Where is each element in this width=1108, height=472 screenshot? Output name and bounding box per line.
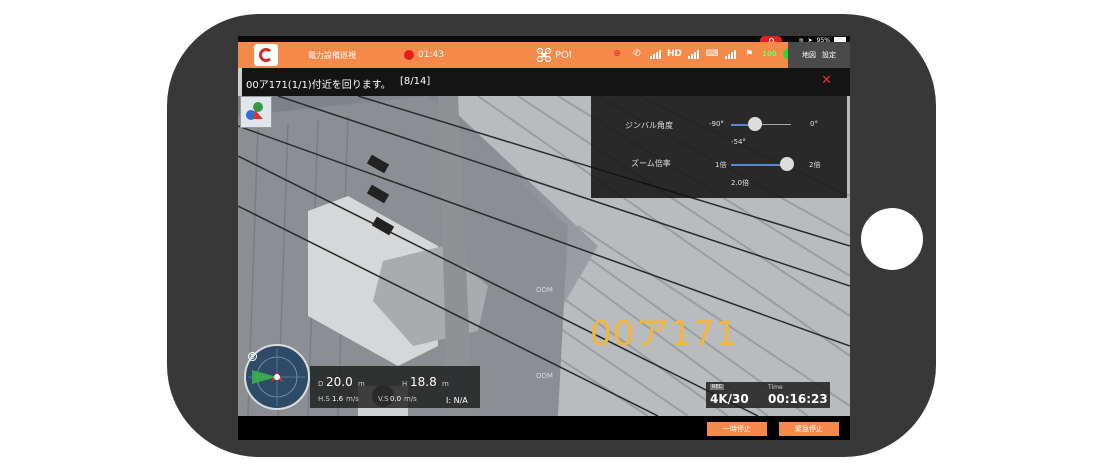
mission-progress: [8/14] [400, 76, 431, 87]
map-button[interactable]: 地図 [802, 50, 816, 60]
mission-message: 00ア171(1/1)付近を回ります。 [246, 80, 391, 91]
drone-icon [536, 47, 552, 63]
rec-tag: REC [710, 384, 725, 390]
height-label: H [402, 380, 408, 388]
distance-unit: m [358, 380, 365, 388]
mission-message-bar: 00ア171(1/1)付近を回ります。 [8/14] ✕ [238, 68, 850, 96]
odm-marker-2: ODM [536, 372, 553, 380]
hspeed-unit: m/s [346, 395, 359, 403]
pause-button[interactable]: 一時停止 [707, 422, 767, 436]
distance-label: D [318, 380, 324, 388]
close-icon[interactable]: ✕ [821, 73, 832, 88]
zoom-value: 2.0倍 [731, 179, 750, 187]
gimbal-angle-value: -54° [731, 138, 746, 146]
zoom-track [731, 164, 787, 166]
satellite-icon: ✆ [633, 49, 641, 59]
ir-label: I: [446, 396, 452, 405]
flight-mode-icon: ⚑ [744, 49, 754, 59]
map-pin-icon [246, 102, 263, 120]
alert-icon: ⊛ [613, 49, 621, 59]
app-title: 電力設備巡視 [308, 51, 356, 60]
hd-label: HD [667, 49, 683, 59]
camera-view[interactable]: ODM ODM 00ア171 ジンバル角度 -90° 0° -54° ズーム倍率… [238, 96, 850, 416]
gimbal-control-panel: ジンバル角度 -90° 0° -54° ズーム倍率 1倍 2倍 2.0倍 [591, 96, 847, 198]
odm-marker-1: ODM [536, 286, 553, 294]
settings-button[interactable]: 設定 [822, 50, 836, 60]
bottom-bar: 一時停止 緊急停止 [238, 416, 850, 440]
zoom-label: ズーム倍率 [631, 159, 671, 168]
top-right-menu: 地図 設定 [788, 42, 850, 68]
flight-time: 01:43 [418, 50, 444, 60]
distance-value: 20.0 [326, 375, 353, 389]
vspeed-value: 0.0 [390, 395, 402, 403]
gps-signal-icon [650, 49, 661, 59]
gimbal-angle-slider[interactable] [748, 117, 762, 131]
zoom-max: 2倍 [809, 161, 821, 169]
rc-signal-icon [725, 49, 737, 59]
app-screen: ≋ ➤ 95% 電力設備巡視 01:43 POI ⊛ ✆ HD ⌨ ⚑ 100 … [238, 36, 850, 440]
top-bar: 電力設備巡視 01:43 POI ⊛ ✆ HD ⌨ ⚑ 100 地図 設定 [238, 42, 850, 68]
company-logo-icon[interactable] [254, 44, 278, 66]
ir-value: N/A [453, 396, 468, 405]
poi-label: POI [555, 49, 572, 61]
recording-info: REC 4K/30 Time 00:16:23 [706, 382, 830, 408]
emergency-stop-button[interactable]: 緊急停止 [779, 422, 839, 436]
hd-signal-icon [688, 49, 700, 59]
gimbal-angle-min: -90° [709, 120, 724, 128]
aircraft-status-icons: ⊛ ✆ HD ⌨ ⚑ 100 [610, 47, 795, 61]
zoom-min: 1倍 [715, 161, 727, 169]
height-value: 18.8 [410, 375, 437, 389]
record-time-label: Time [768, 384, 783, 391]
vspeed-label: V.S [378, 395, 389, 403]
target-pole-id: 00ア171 [590, 314, 739, 354]
hspeed-label: H.S [318, 395, 330, 403]
vspeed-unit: m/s [404, 395, 417, 403]
video-resolution: 4K/30 [710, 392, 749, 406]
record-time-value: 00:16:23 [768, 392, 828, 406]
radar-mode-icon[interactable]: B [248, 352, 257, 361]
hspeed-value: 1.6 [332, 395, 344, 403]
gimbal-angle-label: ジンバル角度 [625, 121, 673, 130]
recording-dot-icon [404, 50, 414, 60]
aircraft-battery-pct: 100 [762, 50, 777, 58]
home-button[interactable] [861, 208, 923, 270]
mini-map-thumbnail[interactable] [240, 96, 272, 128]
ir-status: I: N/A [446, 396, 468, 405]
poi-mode-indicator[interactable]: POI [536, 47, 572, 63]
gimbal-angle-max: 0° [810, 120, 818, 128]
remote-controller-icon: ⌨ [705, 49, 719, 59]
height-unit: m [442, 380, 449, 388]
zoom-slider[interactable] [780, 157, 794, 171]
